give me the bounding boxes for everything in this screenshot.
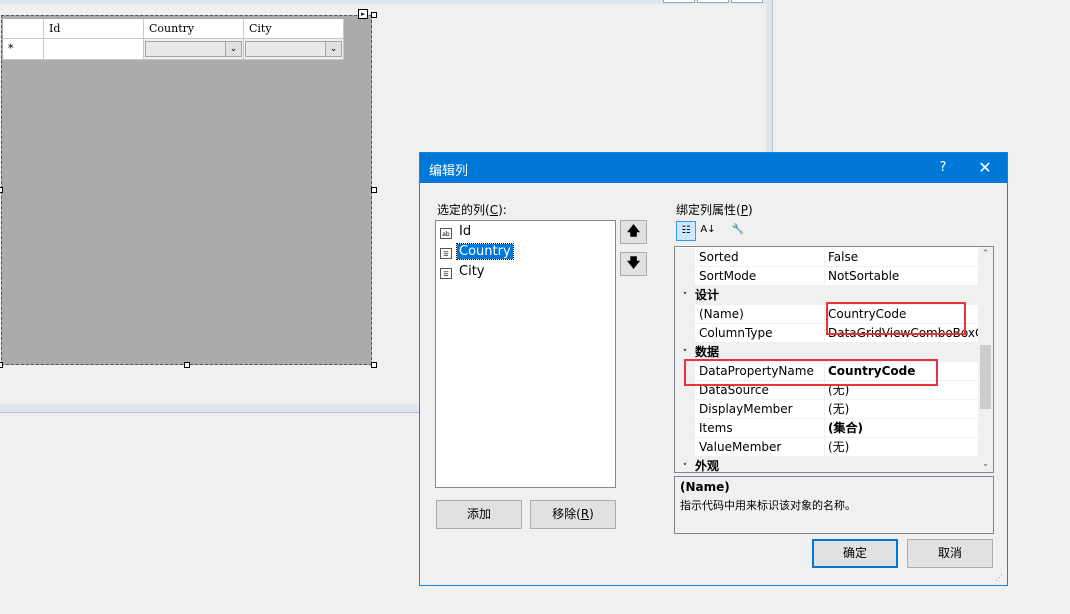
smart-tag-icon[interactable]: ▸ <box>358 9 368 19</box>
property-category[interactable]: ˅ 外观 <box>675 457 978 473</box>
property-gutter <box>675 248 695 267</box>
combobox-column-icon: ☰ <box>440 248 452 259</box>
property-description-panel: (Name) 指示代码中用来标识该对象的名称。 <box>674 476 994 534</box>
resize-grip-icon[interactable]: ⋰ <box>995 573 1005 583</box>
cancel-button[interactable]: 取消 <box>907 539 993 568</box>
ok-button[interactable]: 确定 <box>812 539 898 568</box>
property-value[interactable]: (集合) <box>828 419 978 438</box>
chevron-down-icon[interactable]: ⌄ <box>225 42 241 56</box>
property-gutter <box>675 400 695 419</box>
help-button[interactable]: ? <box>928 153 958 183</box>
country-combo[interactable]: ⌄ <box>145 41 242 57</box>
textbox-column-icon: ab <box>440 228 452 239</box>
remove-button[interactable]: 移除(R) <box>530 500 616 529</box>
scroll-up-icon[interactable]: ⌃ <box>978 247 993 262</box>
resize-handle[interactable] <box>371 187 377 193</box>
combobox-column-icon: ☰ <box>440 268 452 279</box>
property-name[interactable]: Items <box>699 419 825 438</box>
column-header-id[interactable]: Id <box>44 19 144 39</box>
property-name[interactable]: ValueMember <box>699 438 825 457</box>
property-row[interactable]: ValueMember (无) <box>675 438 978 457</box>
city-combo[interactable]: ⌄ <box>245 41 342 57</box>
property-gutter <box>675 438 695 457</box>
row-header-corner[interactable] <box>3 19 44 39</box>
property-category-label: 外观 <box>695 459 720 473</box>
resize-handle[interactable] <box>371 362 377 368</box>
property-name[interactable]: Sorted <box>699 248 825 267</box>
designer-toolbar-button[interactable] <box>731 0 763 3</box>
property-name[interactable]: SortMode <box>699 267 825 286</box>
designer-toolbar-button[interactable] <box>663 0 695 3</box>
annotation-highlight <box>826 302 966 335</box>
column-header-city[interactable]: City <box>244 19 344 39</box>
new-row-header[interactable]: * <box>3 39 44 60</box>
list-item-country[interactable]: ☰ Country <box>440 243 514 261</box>
country-cell[interactable]: ⌄ <box>144 39 244 60</box>
resize-handle[interactable] <box>0 362 3 368</box>
selected-columns-label: 选定的列(C): <box>437 203 507 217</box>
edit-columns-dialog: 编辑列 ? ✕ 选定的列(C): ab Id ☰ Country ☰ City 🡅 🡇… <box>419 152 1008 586</box>
add-button[interactable]: 添加 <box>436 500 522 529</box>
chevron-down-icon[interactable]: ⌄ <box>325 42 341 56</box>
dialog-titlebar[interactable]: 编辑列 ? ✕ <box>420 153 1007 183</box>
datagridview[interactable]: Id Country City * ⌄ ⌄ <box>1 15 372 365</box>
close-button[interactable]: ✕ <box>970 153 1000 183</box>
property-value[interactable]: (无) <box>828 438 978 457</box>
dialog-title: 编辑列 <box>429 164 469 179</box>
property-row[interactable]: SortMode NotSortable <box>675 267 978 286</box>
property-row[interactable]: Sorted False <box>675 248 978 267</box>
designer-bottom-strip <box>0 404 420 412</box>
alphabetical-sort-icon[interactable]: A↓ <box>698 221 718 241</box>
property-name[interactable]: ColumnType <box>699 324 825 343</box>
chevron-down-icon[interactable]: ˅ <box>675 459 695 472</box>
move-up-button[interactable]: 🡅 <box>620 220 647 244</box>
selected-columns-list[interactable]: ab Id ☰ Country ☰ City <box>435 220 616 488</box>
annotation-highlight <box>684 359 938 386</box>
property-grid-scrollbar[interactable]: ⌃ ⌄ <box>978 247 993 472</box>
property-value[interactable]: NotSortable <box>828 267 978 286</box>
property-gutter <box>675 305 695 324</box>
list-item-id[interactable]: ab Id <box>440 223 473 241</box>
designer-top-strip <box>0 0 772 4</box>
property-value[interactable]: False <box>828 248 978 267</box>
arrow-up-icon: 🡅 <box>626 224 641 239</box>
property-pages-icon[interactable]: 🔧 <box>728 221 748 241</box>
arrow-down-icon: 🡇 <box>626 256 641 271</box>
property-gutter <box>675 324 695 343</box>
designer-toolbar-button[interactable] <box>697 0 729 3</box>
list-item-city[interactable]: ☰ City <box>440 263 486 281</box>
city-cell[interactable]: ⌄ <box>244 39 344 60</box>
property-category-label: 数据 <box>695 345 720 359</box>
property-category-label: 设计 <box>695 288 720 302</box>
column-header-country[interactable]: Country <box>144 19 244 39</box>
description-text: 指示代码中用来标识该对象的名称。 <box>680 499 856 512</box>
move-down-button[interactable]: 🡇 <box>620 252 647 276</box>
scroll-down-icon[interactable]: ⌄ <box>978 457 993 472</box>
property-row[interactable]: DisplayMember (无) <box>675 400 978 419</box>
property-gutter <box>675 267 695 286</box>
resize-handle[interactable] <box>184 362 190 368</box>
resize-handle[interactable] <box>0 187 3 193</box>
description-title: (Name) <box>680 480 730 494</box>
bound-properties-label: 绑定列属性(P) <box>676 203 753 217</box>
categorized-icon[interactable]: ☷ <box>676 221 696 241</box>
property-row[interactable]: Items (集合) <box>675 419 978 438</box>
resize-handle[interactable] <box>371 12 377 18</box>
property-name[interactable]: (Name) <box>699 305 825 324</box>
property-gutter <box>675 419 695 438</box>
id-cell[interactable] <box>44 39 144 60</box>
scrollbar-thumb[interactable] <box>980 345 991 409</box>
property-value[interactable]: (无) <box>828 400 978 419</box>
property-name[interactable]: DisplayMember <box>699 400 825 419</box>
